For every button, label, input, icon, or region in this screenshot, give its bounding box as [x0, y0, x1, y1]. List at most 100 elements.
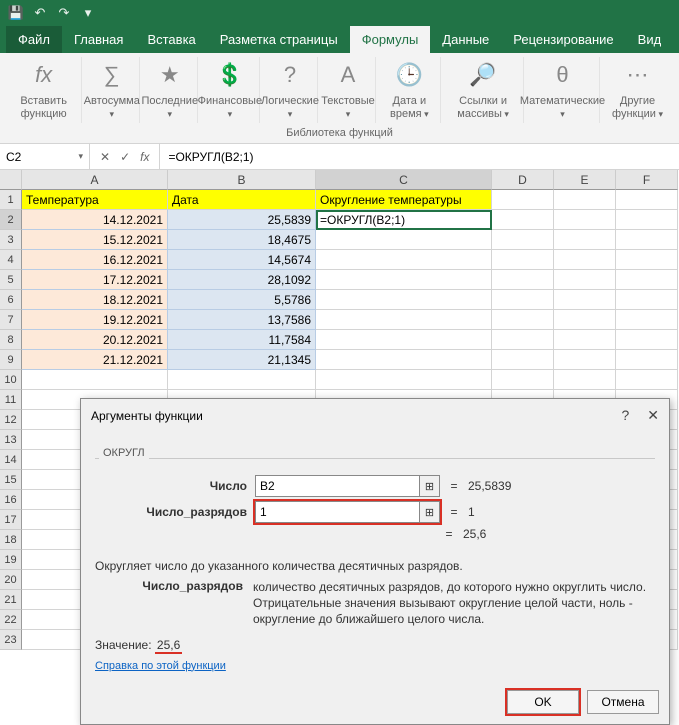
row-header[interactable]: 3	[0, 230, 22, 250]
math-button[interactable]: θ Математические	[526, 57, 600, 123]
cell[interactable]: 11,7584	[168, 330, 316, 350]
cell[interactable]	[492, 190, 554, 210]
cell[interactable]: 15.12.2021	[22, 230, 168, 250]
cell[interactable]	[492, 370, 554, 390]
cell[interactable]: 16.12.2021	[22, 250, 168, 270]
cell[interactable]: 21.12.2021	[22, 350, 168, 370]
cell[interactable]: 18,4675	[168, 230, 316, 250]
cell[interactable]	[616, 350, 678, 370]
cell[interactable]	[554, 310, 616, 330]
cell[interactable]	[616, 270, 678, 290]
row-header[interactable]: 4	[0, 250, 22, 270]
cell[interactable]	[616, 190, 678, 210]
row-header[interactable]: 9	[0, 350, 22, 370]
active-cell[interactable]: =ОКРУГЛ(B2;1)	[316, 210, 492, 230]
cell[interactable]	[554, 190, 616, 210]
cell[interactable]: 14,5674	[168, 250, 316, 270]
column-header[interactable]: A	[22, 170, 168, 190]
recent-functions-button[interactable]: ★ Последние	[142, 57, 198, 123]
select-all-cell[interactable]	[0, 170, 22, 190]
formula-input[interactable]: =ОКРУГЛ(B2;1)	[160, 144, 679, 169]
row-header[interactable]: 23	[0, 630, 22, 650]
row-header[interactable]: 7	[0, 310, 22, 330]
undo-icon[interactable]: ↶	[30, 3, 50, 23]
cell[interactable]: 21,1345	[168, 350, 316, 370]
row-header[interactable]: 17	[0, 510, 22, 530]
column-header[interactable]: C	[316, 170, 492, 190]
cancel-button[interactable]: Отмена	[587, 690, 659, 714]
function-help-link[interactable]: Справка по этой функции	[95, 660, 226, 672]
more-functions-button[interactable]: ⋯ Другие функции	[602, 57, 673, 123]
cell[interactable]	[616, 230, 678, 250]
ok-button[interactable]: OK	[507, 690, 579, 714]
cell[interactable]	[616, 250, 678, 270]
column-header[interactable]: F	[616, 170, 678, 190]
cell[interactable]	[492, 210, 554, 230]
range-picker-icon[interactable]: ⊞	[419, 476, 439, 496]
cell[interactable]	[554, 350, 616, 370]
logical-button[interactable]: ? Логические	[262, 57, 318, 123]
cell[interactable]: 17.12.2021	[22, 270, 168, 290]
tab-review[interactable]: Рецензирование	[501, 26, 625, 53]
insert-function-button[interactable]: fx Вставить функцию	[6, 57, 82, 123]
row-header[interactable]: 1	[0, 190, 22, 210]
dialog-titlebar[interactable]: Аргументы функции ? ✕	[81, 399, 669, 432]
cell[interactable]: 19.12.2021	[22, 310, 168, 330]
cell[interactable]	[492, 270, 554, 290]
cell[interactable]: 20.12.2021	[22, 330, 168, 350]
save-icon[interactable]: 💾	[6, 3, 26, 23]
tab-data[interactable]: Данные	[430, 26, 501, 53]
cell[interactable]	[554, 210, 616, 230]
row-header[interactable]: 20	[0, 570, 22, 590]
cell[interactable]: 13,7586	[168, 310, 316, 330]
row-header[interactable]: 11	[0, 390, 22, 410]
fx-icon[interactable]: fx	[140, 150, 149, 164]
row-header[interactable]: 16	[0, 490, 22, 510]
header-cell[interactable]: Округление температуры	[316, 190, 492, 210]
cell[interactable]	[492, 230, 554, 250]
column-header[interactable]: D	[492, 170, 554, 190]
row-header[interactable]: 2	[0, 210, 22, 230]
tab-formulas[interactable]: Формулы	[350, 26, 431, 53]
cell[interactable]	[168, 370, 316, 390]
cell[interactable]	[492, 350, 554, 370]
row-header[interactable]: 15	[0, 470, 22, 490]
financial-button[interactable]: 💲 Финансовые	[200, 57, 260, 123]
cell[interactable]	[22, 370, 168, 390]
column-header[interactable]: E	[554, 170, 616, 190]
row-header[interactable]: 19	[0, 550, 22, 570]
cell[interactable]	[492, 310, 554, 330]
cell[interactable]: 14.12.2021	[22, 210, 168, 230]
row-header[interactable]: 13	[0, 430, 22, 450]
cell[interactable]	[316, 350, 492, 370]
row-header[interactable]: 14	[0, 450, 22, 470]
row-header[interactable]: 22	[0, 610, 22, 630]
cell[interactable]	[616, 210, 678, 230]
cell[interactable]	[316, 330, 492, 350]
cell[interactable]	[554, 330, 616, 350]
name-box[interactable]: C2 ▾	[0, 144, 90, 169]
cell[interactable]	[554, 250, 616, 270]
tab-page-layout[interactable]: Разметка страницы	[208, 26, 350, 53]
row-header[interactable]: 6	[0, 290, 22, 310]
range-picker-icon[interactable]: ⊞	[419, 502, 439, 522]
cell[interactable]	[492, 330, 554, 350]
row-header[interactable]: 18	[0, 530, 22, 550]
cell[interactable]	[316, 230, 492, 250]
autosum-button[interactable]: ∑ Автосумма	[84, 57, 140, 123]
cell[interactable]	[316, 270, 492, 290]
cell[interactable]	[316, 310, 492, 330]
tab-file[interactable]: Файл	[6, 26, 62, 53]
chevron-down-icon[interactable]: ▾	[78, 151, 83, 162]
cell[interactable]	[554, 290, 616, 310]
cell[interactable]	[492, 290, 554, 310]
close-icon[interactable]: ✕	[647, 407, 659, 424]
row-header[interactable]: 12	[0, 410, 22, 430]
accept-formula-icon[interactable]: ✓	[120, 150, 130, 164]
cell[interactable]	[616, 290, 678, 310]
column-header[interactable]: B	[168, 170, 316, 190]
cell[interactable]	[616, 310, 678, 330]
cell[interactable]	[316, 250, 492, 270]
cell[interactable]	[554, 370, 616, 390]
redo-icon[interactable]: ↷	[54, 3, 74, 23]
